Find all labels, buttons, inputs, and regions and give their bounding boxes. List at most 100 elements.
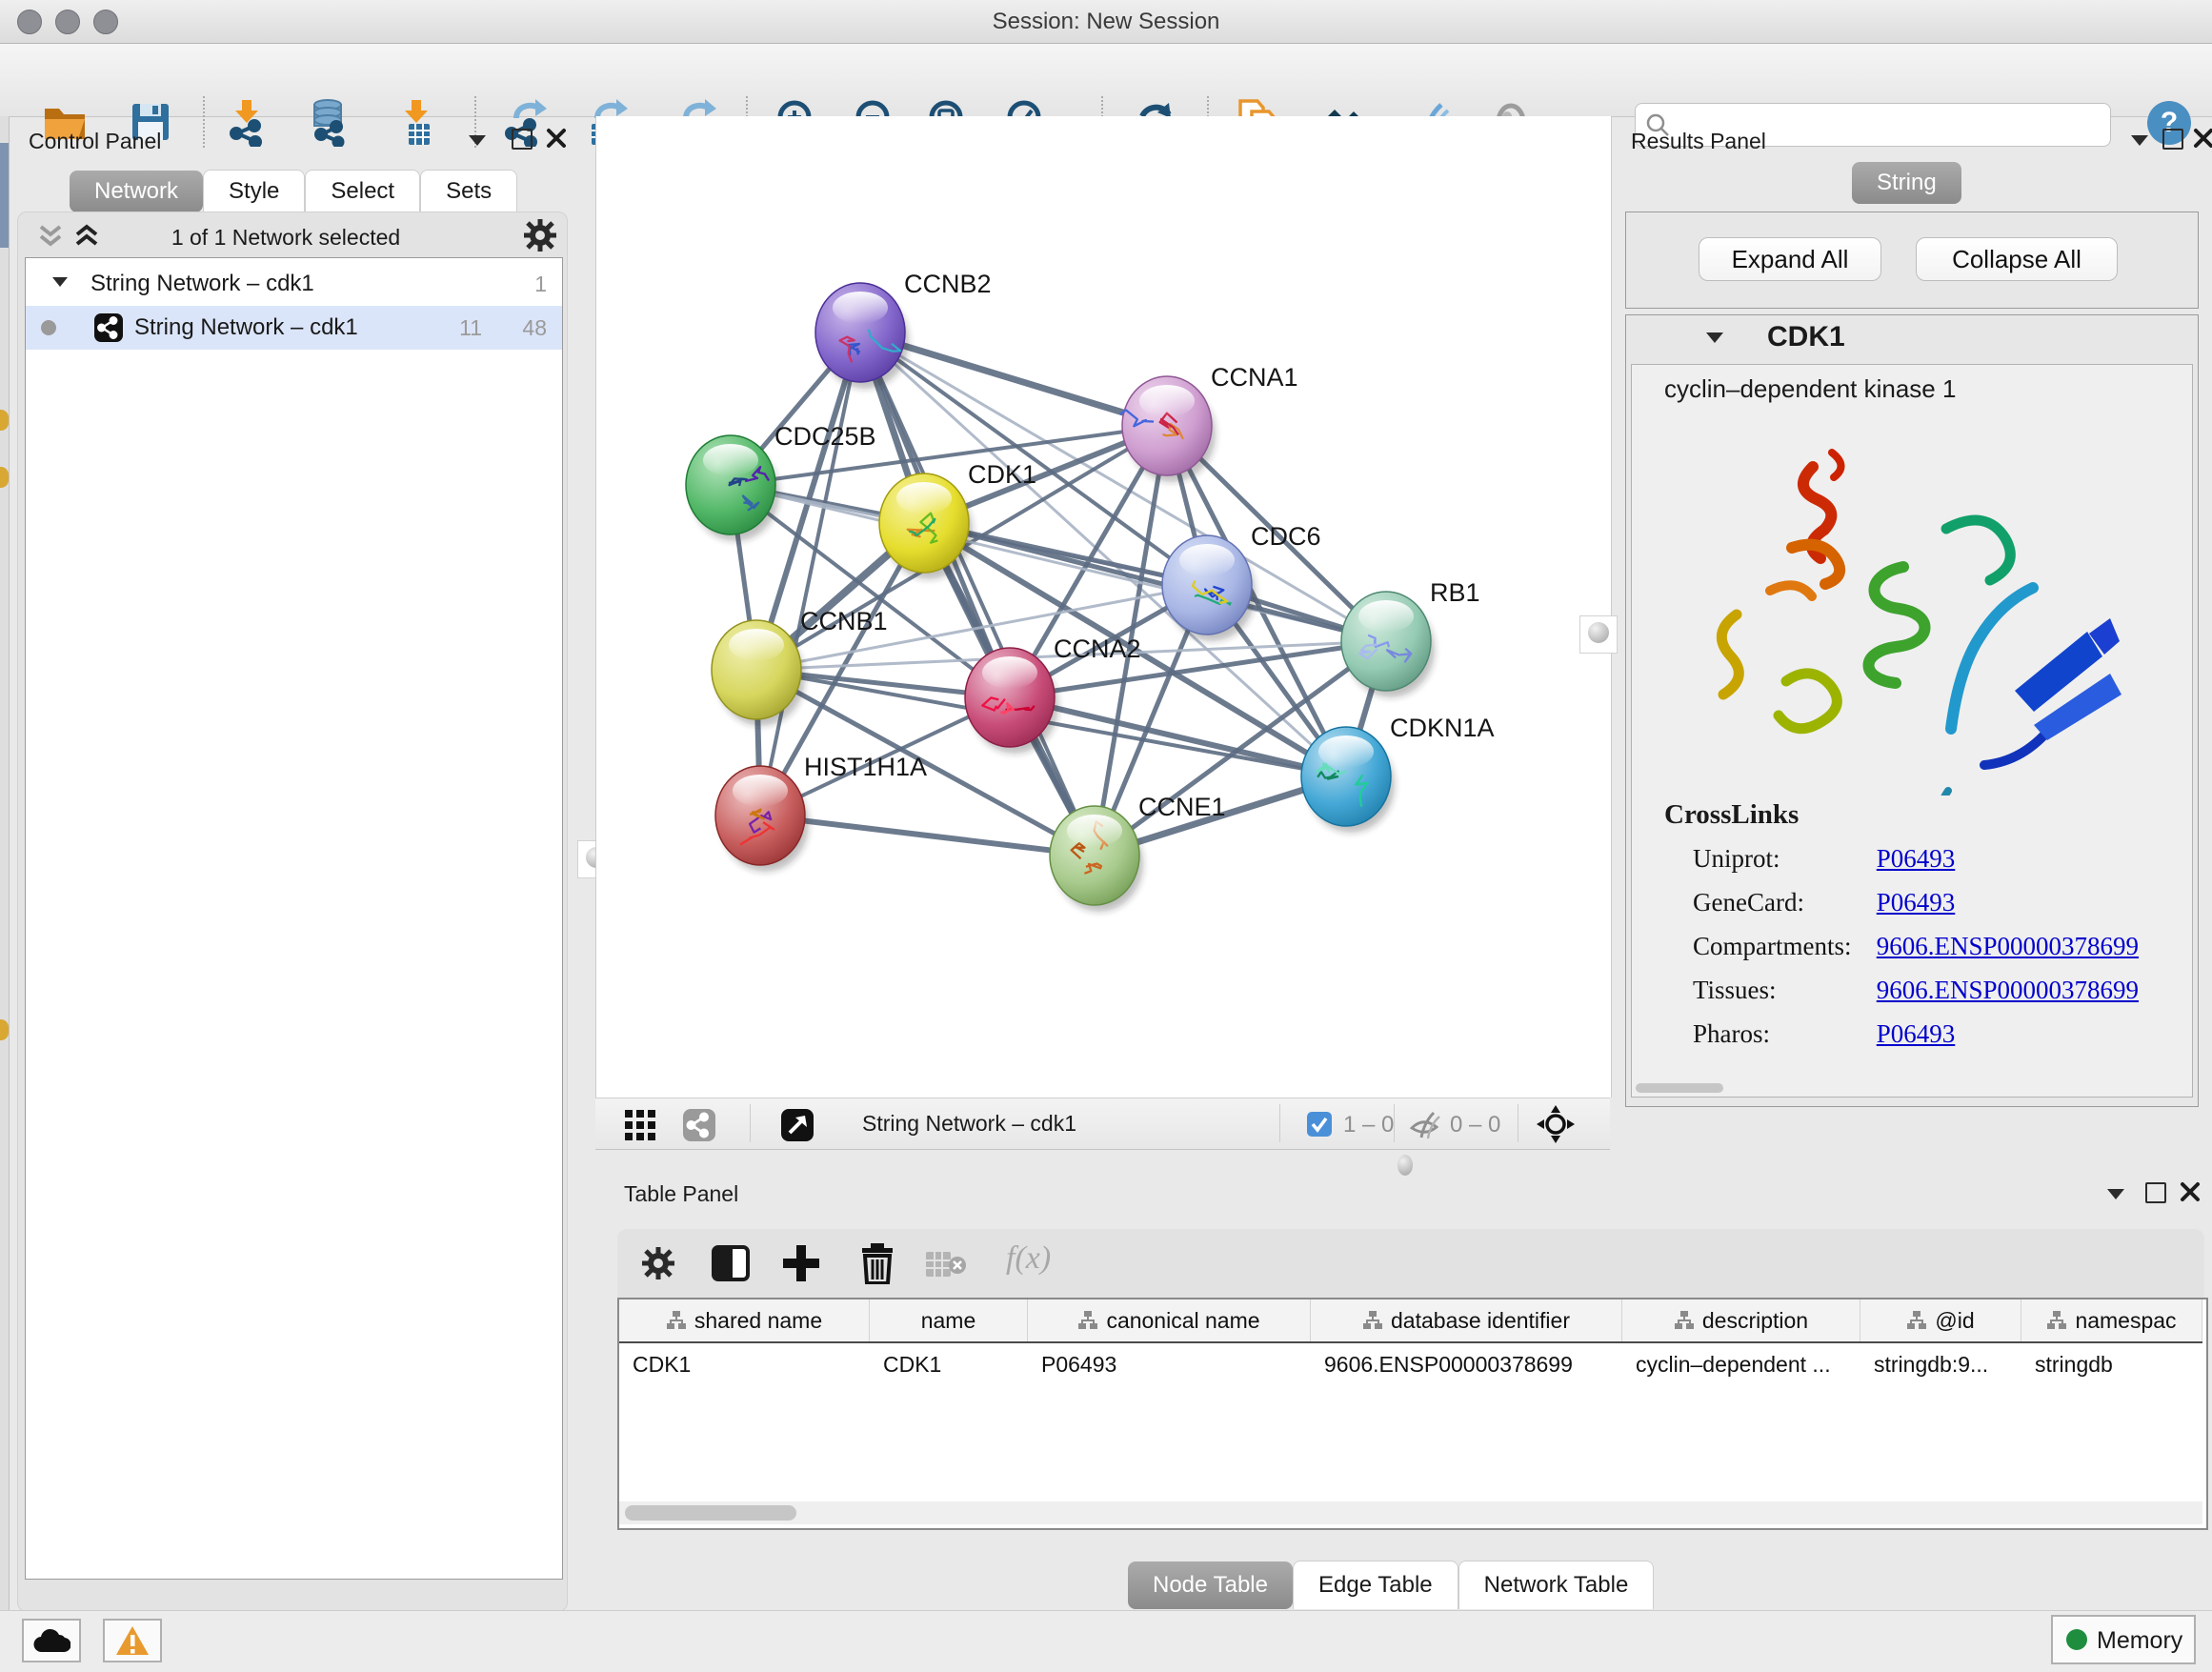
table-column-header[interactable]: name	[870, 1299, 1028, 1341]
cloud-status-button[interactable]	[22, 1619, 81, 1662]
gene-panel-hscrollbar-thumb[interactable]	[1636, 1083, 1723, 1093]
warning-icon	[115, 1625, 150, 1656]
network-collection-row[interactable]: String Network – cdk1 1	[26, 262, 562, 306]
table-tab[interactable]: Network Table	[1458, 1561, 1655, 1609]
table-panel-close-icon[interactable]	[2180, 1181, 2201, 1202]
network-node-cdkn1a[interactable]: CDKN1A	[1301, 714, 1495, 833]
check-icon	[1307, 1112, 1332, 1137]
network-node-label: CCNE1	[1138, 793, 1226, 821]
table-tab[interactable]: Node Table	[1128, 1561, 1293, 1609]
warning-status-button[interactable]	[103, 1619, 162, 1662]
crosslinks-section: CrossLinks Uniprot: P06493 GeneCard: P06…	[1664, 799, 2160, 1063]
table-cell[interactable]: CDK1	[870, 1343, 1028, 1385]
tree-expand-icon[interactable]	[52, 277, 68, 287]
hidden-eye-slash-icon[interactable]	[1407, 1110, 1441, 1140]
selected-checkbox[interactable]	[1307, 1112, 1332, 1137]
crosslink-value-link[interactable]: 9606.ENSP00000378699	[1877, 932, 2139, 960]
network-graph[interactable]: CCNB2CCNA1CDC25BCDK1CDC6RB1CCNB1CCNA2CDK…	[596, 116, 1611, 1098]
results-buttons-box: Expand All Collapse All	[1625, 212, 2199, 309]
memory-button[interactable]: Memory	[2051, 1615, 2196, 1664]
table-hscrollbar[interactable]	[619, 1501, 2202, 1524]
cloud-icon	[32, 1627, 70, 1654]
results-panel-close-icon[interactable]	[2193, 128, 2212, 149]
gene-collapse-icon[interactable]	[1706, 332, 1723, 343]
birds-eye-view-icon[interactable]	[781, 1109, 814, 1141]
delete-table-icon[interactable]	[926, 1250, 968, 1279]
table-cell[interactable]: P06493	[1028, 1343, 1311, 1385]
network-row[interactable]: String Network – cdk1 11 48	[26, 306, 562, 350]
crosslink-value-link[interactable]: 9606.ENSP00000378699	[1877, 976, 2139, 1004]
network-node-rb1[interactable]: RB1	[1341, 578, 1480, 697]
table-panel-maximize-icon[interactable]	[2145, 1182, 2166, 1203]
network-node-cdc6[interactable]: CDC6	[1162, 522, 1321, 641]
string-view-icon[interactable]	[683, 1109, 715, 1141]
show-columns-icon[interactable]	[711, 1243, 751, 1283]
column-header-label: database identifier	[1391, 1299, 1570, 1341]
grid-view-icon[interactable]	[624, 1109, 656, 1141]
network-canvas[interactable]: CCNB2CCNA1CDC25BCDK1CDC6RB1CCNB1CCNA2CDK…	[595, 116, 1612, 1098]
network-tree: String Network – cdk1 1 String Network –…	[25, 257, 563, 1580]
crosslink-row: Uniprot: P06493	[1664, 844, 2160, 888]
crosslink-value-link[interactable]: P06493	[1877, 888, 1956, 917]
column-type-icon	[1362, 1310, 1383, 1331]
status-bar: Memory	[0, 1610, 2212, 1672]
control-panel-tab[interactable]: Select	[305, 170, 420, 212]
crosslink-label: Tissues:	[1693, 976, 1870, 1005]
table-cell[interactable]: cyclin–dependent ...	[1622, 1343, 1860, 1385]
crosslink-label: GeneCard:	[1693, 888, 1870, 917]
control-panel-float-icon[interactable]	[469, 135, 486, 146]
table-data-row[interactable]: CDK1CDK1P064939606.ENSP00000378699cyclin…	[619, 1343, 2202, 1385]
results-panel-float-icon[interactable]	[2131, 135, 2148, 146]
collapse-all-button[interactable]: Collapse All	[1916, 237, 2118, 281]
delete-column-trash-icon[interactable]	[857, 1242, 897, 1284]
control-panel-close-icon[interactable]	[546, 128, 567, 149]
footer-separator	[1279, 1104, 1280, 1142]
network-node-label: RB1	[1430, 578, 1480, 607]
network-node-ccne1[interactable]: CCNE1	[1050, 793, 1226, 912]
collapse-all-chevron-icon[interactable]	[36, 223, 65, 250]
table-panel-float-icon[interactable]	[2107, 1189, 2124, 1199]
network-node-label: HIST1H1A	[804, 753, 927, 781]
control-panel-maximize-icon[interactable]	[512, 129, 533, 150]
function-builder-icon[interactable]: f(x)	[1006, 1240, 1051, 1277]
create-column-icon[interactable]	[781, 1243, 821, 1283]
results-panel-title: Results Panel	[1631, 129, 1766, 154]
crosslink-value-link[interactable]: P06493	[1877, 1019, 1956, 1048]
table-column-header[interactable]: database identifier	[1311, 1299, 1622, 1341]
table-tab[interactable]: Edge Table	[1293, 1561, 1458, 1609]
table-cell[interactable]: stringdb	[2021, 1343, 2202, 1385]
network-collection-count: 1	[534, 272, 547, 297]
results-panel-tab-string[interactable]: String	[1852, 162, 1961, 204]
table-column-header[interactable]: description	[1622, 1299, 1860, 1341]
table-gear-icon[interactable]	[640, 1245, 676, 1281]
expand-all-chevron-icon[interactable]	[72, 223, 101, 250]
table-cell[interactable]: 9606.ENSP00000378699	[1311, 1343, 1622, 1385]
results-panel-maximize-icon[interactable]	[2162, 129, 2183, 150]
table-cell[interactable]: CDK1	[619, 1343, 870, 1385]
table-hscrollbar-thumb[interactable]	[625, 1505, 796, 1521]
network-view-title: String Network – cdk1	[862, 1111, 1076, 1137]
control-panel-tab[interactable]: Style	[203, 170, 305, 212]
footer-separator	[750, 1104, 751, 1142]
table-header-row: shared name name canon	[619, 1299, 2202, 1343]
crosslink-value-link[interactable]: P06493	[1877, 844, 1956, 873]
column-header-label: shared name	[694, 1299, 822, 1341]
table-cell[interactable]: stringdb:9...	[1860, 1343, 2021, 1385]
fit-content-crosshair-icon[interactable]	[1537, 1105, 1575, 1143]
table-column-header[interactable]: canonical name	[1028, 1299, 1311, 1341]
table-column-header[interactable]: shared name	[619, 1299, 870, 1341]
table-column-header[interactable]: @id	[1860, 1299, 2021, 1341]
expand-all-button[interactable]: Expand All	[1699, 237, 1881, 281]
control-panel-tab[interactable]: Sets	[420, 170, 517, 212]
gene-panel-hscrollbar[interactable]	[1634, 1081, 2190, 1095]
window-titlebar: Session: New Session	[0, 0, 2212, 44]
control-panel-tab[interactable]: Network	[70, 171, 203, 212]
memory-label: Memory	[2097, 1627, 2182, 1655]
network-options-gear-icon[interactable]	[522, 217, 558, 253]
network-node-cdk1[interactable]: CDK1	[879, 460, 1036, 579]
column-type-icon	[2046, 1310, 2067, 1331]
network-node-label: CCNB2	[904, 270, 992, 298]
network-node-hist1h1a[interactable]: HIST1H1A	[715, 753, 927, 872]
network-edge[interactable]	[760, 816, 1095, 856]
table-column-header[interactable]: namespac	[2021, 1299, 2202, 1341]
